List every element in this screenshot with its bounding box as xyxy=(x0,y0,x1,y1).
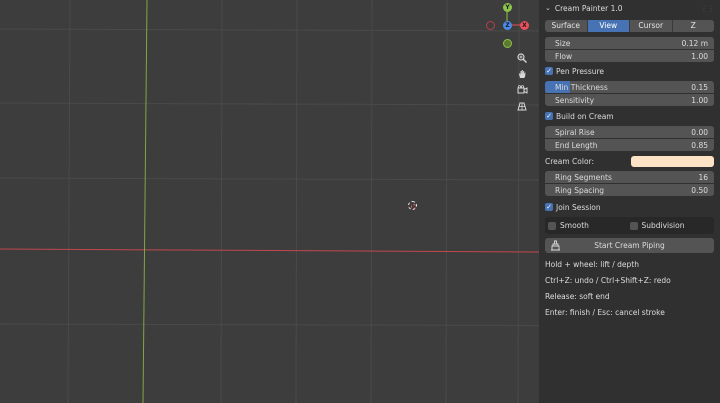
cream-color-label: Cream Color: xyxy=(545,156,595,166)
zoom-icon[interactable] xyxy=(515,51,529,65)
subdivision-checkbox[interactable] xyxy=(629,221,638,230)
grid-view-icon[interactable] xyxy=(515,99,529,113)
min-thickness-label: Min Thickness xyxy=(555,82,608,92)
spiral-group: Spiral Rise 0.00 End Length 0.85 xyxy=(545,126,714,151)
gizmo-x-axis[interactable]: X xyxy=(520,21,529,30)
ring-segments-value: 16 xyxy=(698,172,708,182)
smooth-subdivision-box: Smooth Subdivision xyxy=(545,217,714,234)
camera-icon[interactable] xyxy=(515,83,529,97)
cream-color-swatch[interactable] xyxy=(631,155,714,167)
end-length-field[interactable]: End Length 0.85 xyxy=(545,139,714,151)
smooth-checkbox[interactable] xyxy=(548,221,556,230)
gizmo-neg-y-axis[interactable] xyxy=(503,39,512,48)
smooth-label: Smooth xyxy=(560,221,589,230)
sensitivity-value: 1.00 xyxy=(691,95,708,105)
3d-cursor[interactable] xyxy=(408,201,417,210)
subdivision-toggle[interactable]: Subdivision xyxy=(629,221,712,230)
pen-pressure-label: Pen Pressure xyxy=(556,66,605,76)
cream-color-row: Cream Color: xyxy=(545,155,714,167)
build-on-cream-checkbox[interactable]: ✓ xyxy=(545,112,553,120)
y-axis-line xyxy=(142,0,148,403)
min-thickness-value: 0.15 xyxy=(691,82,708,92)
gizmo-neg-x-axis[interactable] xyxy=(486,21,495,30)
sensitivity-label: Sensitivity xyxy=(555,95,595,105)
hint-undo-redo: Ctrl+Z: undo / Ctrl+Shift+Z: redo xyxy=(545,276,671,285)
drag-grip-icon[interactable]: ⋮⋮ xyxy=(700,4,715,13)
ring-segments-label: Ring Segments xyxy=(555,172,612,182)
chevron-down-icon[interactable]: ⌄ xyxy=(545,4,551,12)
end-length-value: 0.85 xyxy=(691,140,708,150)
sensitivity-field[interactable]: Sensitivity 1.00 xyxy=(545,94,714,106)
hint-finish-cancel: Enter: finish / Esc: cancel stroke xyxy=(545,308,665,317)
hint-lift-depth: Hold + wheel: lift / depth xyxy=(545,260,639,269)
tab-surface[interactable]: Surface xyxy=(545,20,588,32)
build-on-cream-label: Build on Cream xyxy=(556,111,614,121)
flow-field[interactable]: Flow 1.00 xyxy=(545,50,714,62)
start-cream-piping-label: Start Cream Piping xyxy=(594,241,665,250)
join-session-checkbox[interactable]: ✓ xyxy=(545,203,553,211)
min-thickness-field[interactable]: Min Thickness 0.15 xyxy=(545,81,714,93)
gizmo-y-axis[interactable]: Y xyxy=(503,3,512,12)
flow-label: Flow xyxy=(555,51,573,61)
spiral-rise-value: 0.00 xyxy=(691,127,708,137)
hint-list: Hold + wheel: lift / depth Ctrl+Z: undo … xyxy=(545,257,714,321)
pressure-group: Min Thickness 0.15 Sensitivity 1.00 xyxy=(545,81,714,106)
cream-piping-icon xyxy=(550,240,561,253)
tab-z[interactable]: Z xyxy=(672,20,714,32)
spiral-rise-label: Spiral Rise xyxy=(555,127,595,137)
ring-group: Ring Segments 16 Ring Spacing 0.50 xyxy=(545,171,714,196)
build-on-cream-toggle[interactable]: ✓ Build on Cream xyxy=(545,110,714,122)
panel-header[interactable]: ⌄ Cream Painter 1.0 ⋮⋮ xyxy=(545,0,715,16)
size-label: Size xyxy=(555,38,571,48)
ring-spacing-value: 0.50 xyxy=(691,185,708,195)
size-field[interactable]: Size 0.12 m xyxy=(545,37,714,49)
gizmo-z-axis[interactable]: Z xyxy=(503,21,512,30)
ring-spacing-field[interactable]: Ring Spacing 0.50 xyxy=(545,184,714,196)
ring-spacing-label: Ring Spacing xyxy=(555,185,605,195)
hint-release: Release: soft end xyxy=(545,292,610,301)
pan-hand-icon[interactable] xyxy=(515,67,529,81)
mode-tabs: Surface View Cursor Z xyxy=(545,20,714,32)
smooth-toggle[interactable]: Smooth xyxy=(548,221,630,230)
spiral-rise-field[interactable]: Spiral Rise 0.00 xyxy=(545,126,714,138)
subdivision-label: Subdivision xyxy=(641,221,685,230)
tab-cursor[interactable]: Cursor xyxy=(630,20,673,32)
join-session-label: Join Session xyxy=(556,202,601,212)
start-cream-piping-button[interactable]: Start Cream Piping xyxy=(545,238,714,253)
pen-pressure-checkbox[interactable]: ✓ xyxy=(545,67,553,75)
end-length-label: End Length xyxy=(555,140,598,150)
join-session-toggle[interactable]: ✓ Join Session xyxy=(545,201,714,213)
ring-segments-field[interactable]: Ring Segments 16 xyxy=(545,171,714,183)
pen-pressure-toggle[interactable]: ✓ Pen Pressure xyxy=(545,65,714,77)
flow-value: 1.00 xyxy=(691,51,708,61)
size-flow-group: Size 0.12 m Flow 1.00 xyxy=(545,37,714,62)
size-value: 0.12 m xyxy=(681,38,708,48)
tab-view[interactable]: View xyxy=(587,20,630,32)
panel-title: Cream Painter 1.0 xyxy=(554,3,623,13)
cream-painter-panel: ⌄ Cream Painter 1.0 ⋮⋮ Surface View Curs… xyxy=(539,0,720,403)
